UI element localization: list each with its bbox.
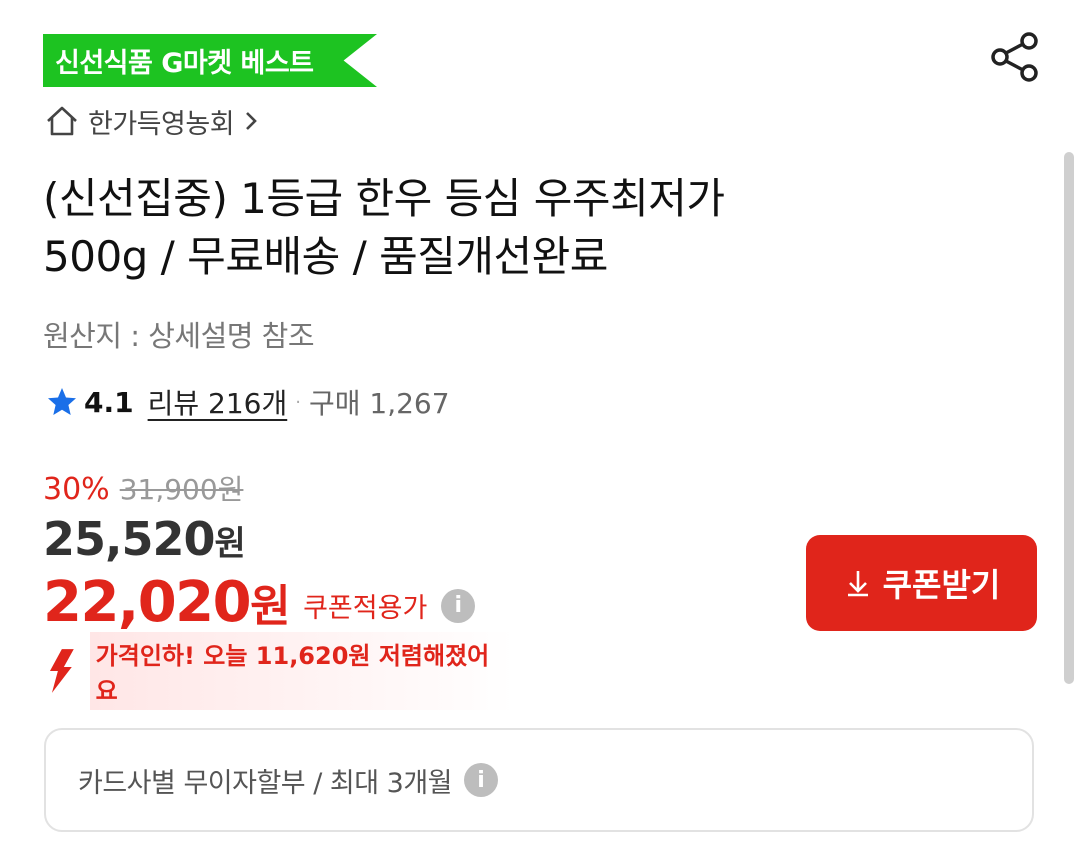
sale-price-amount: 25,520	[43, 512, 216, 566]
review-count-link[interactable]: 리뷰 216개	[148, 382, 288, 422]
star-icon	[48, 388, 76, 415]
chevron-right-icon	[246, 112, 257, 130]
discount-row: 30% 31,900원	[43, 468, 243, 508]
download-coupon-label: 쿠폰받기	[882, 566, 1001, 604]
download-icon	[847, 571, 868, 597]
discount-percent: 30%	[43, 472, 110, 507]
coupon-price-label: 쿠폰적용가	[303, 593, 428, 624]
original-price: 31,900원	[119, 473, 244, 506]
price-drop-notice: 가격인하! 오늘 11,620원 저렴해졌어요	[44, 632, 514, 710]
separator-dot: ·	[295, 391, 301, 413]
seller-link[interactable]: 한가득영농회	[44, 100, 260, 142]
download-coupon-button[interactable]: 쿠폰받기	[806, 535, 1037, 631]
share-icon[interactable]	[988, 30, 1042, 84]
product-title: (신선집중) 1등급 한우 등심 우주최저가 500g / 무료배송 / 품질개…	[43, 170, 943, 286]
coupon-price-row: 22,020원 쿠폰적용가 i	[43, 570, 476, 635]
product-title-line-1: (신선집중) 1등급 한우 등심 우주최저가	[43, 174, 725, 223]
scrollbar[interactable]	[1064, 152, 1074, 684]
coupon-price: 22,020원	[43, 570, 291, 635]
installment-info-icon[interactable]: i	[464, 763, 499, 797]
rating-row: 4.1 리뷰 216개 · 구매 1,267	[46, 382, 450, 422]
sale-price-unit: 원	[214, 524, 246, 564]
info-icon[interactable]: i	[441, 588, 476, 623]
home-icon	[47, 106, 77, 136]
price-drop-message: 가격인하! 오늘 11,620원 저렴해졌어요	[89, 632, 514, 710]
sale-price: 25,520원	[43, 512, 246, 566]
origin-info: 원산지 : 상세설명 참조	[43, 319, 315, 353]
purchase-count: 구매 1,267	[308, 387, 450, 420]
installment-info-box[interactable]: 카드사별 무이자할부 / 최대 3개월 i	[44, 728, 1034, 832]
coupon-price-amount: 22,020	[43, 570, 252, 635]
coupon-price-unit: 원	[250, 581, 290, 632]
product-title-line-2: 500g / 무료배송 / 품질개선완료	[43, 232, 608, 281]
badge-label: 신선식품 G마켓 베스트	[55, 48, 314, 79]
installment-text: 카드사별 무이자할부 / 최대 3개월	[78, 767, 453, 799]
rating-score: 4.1	[84, 385, 134, 419]
price-down-arrow-icon	[49, 649, 74, 693]
best-seller-badge: 신선식품 G마켓 베스트	[43, 34, 377, 87]
seller-name: 한가득영농회	[88, 108, 235, 140]
